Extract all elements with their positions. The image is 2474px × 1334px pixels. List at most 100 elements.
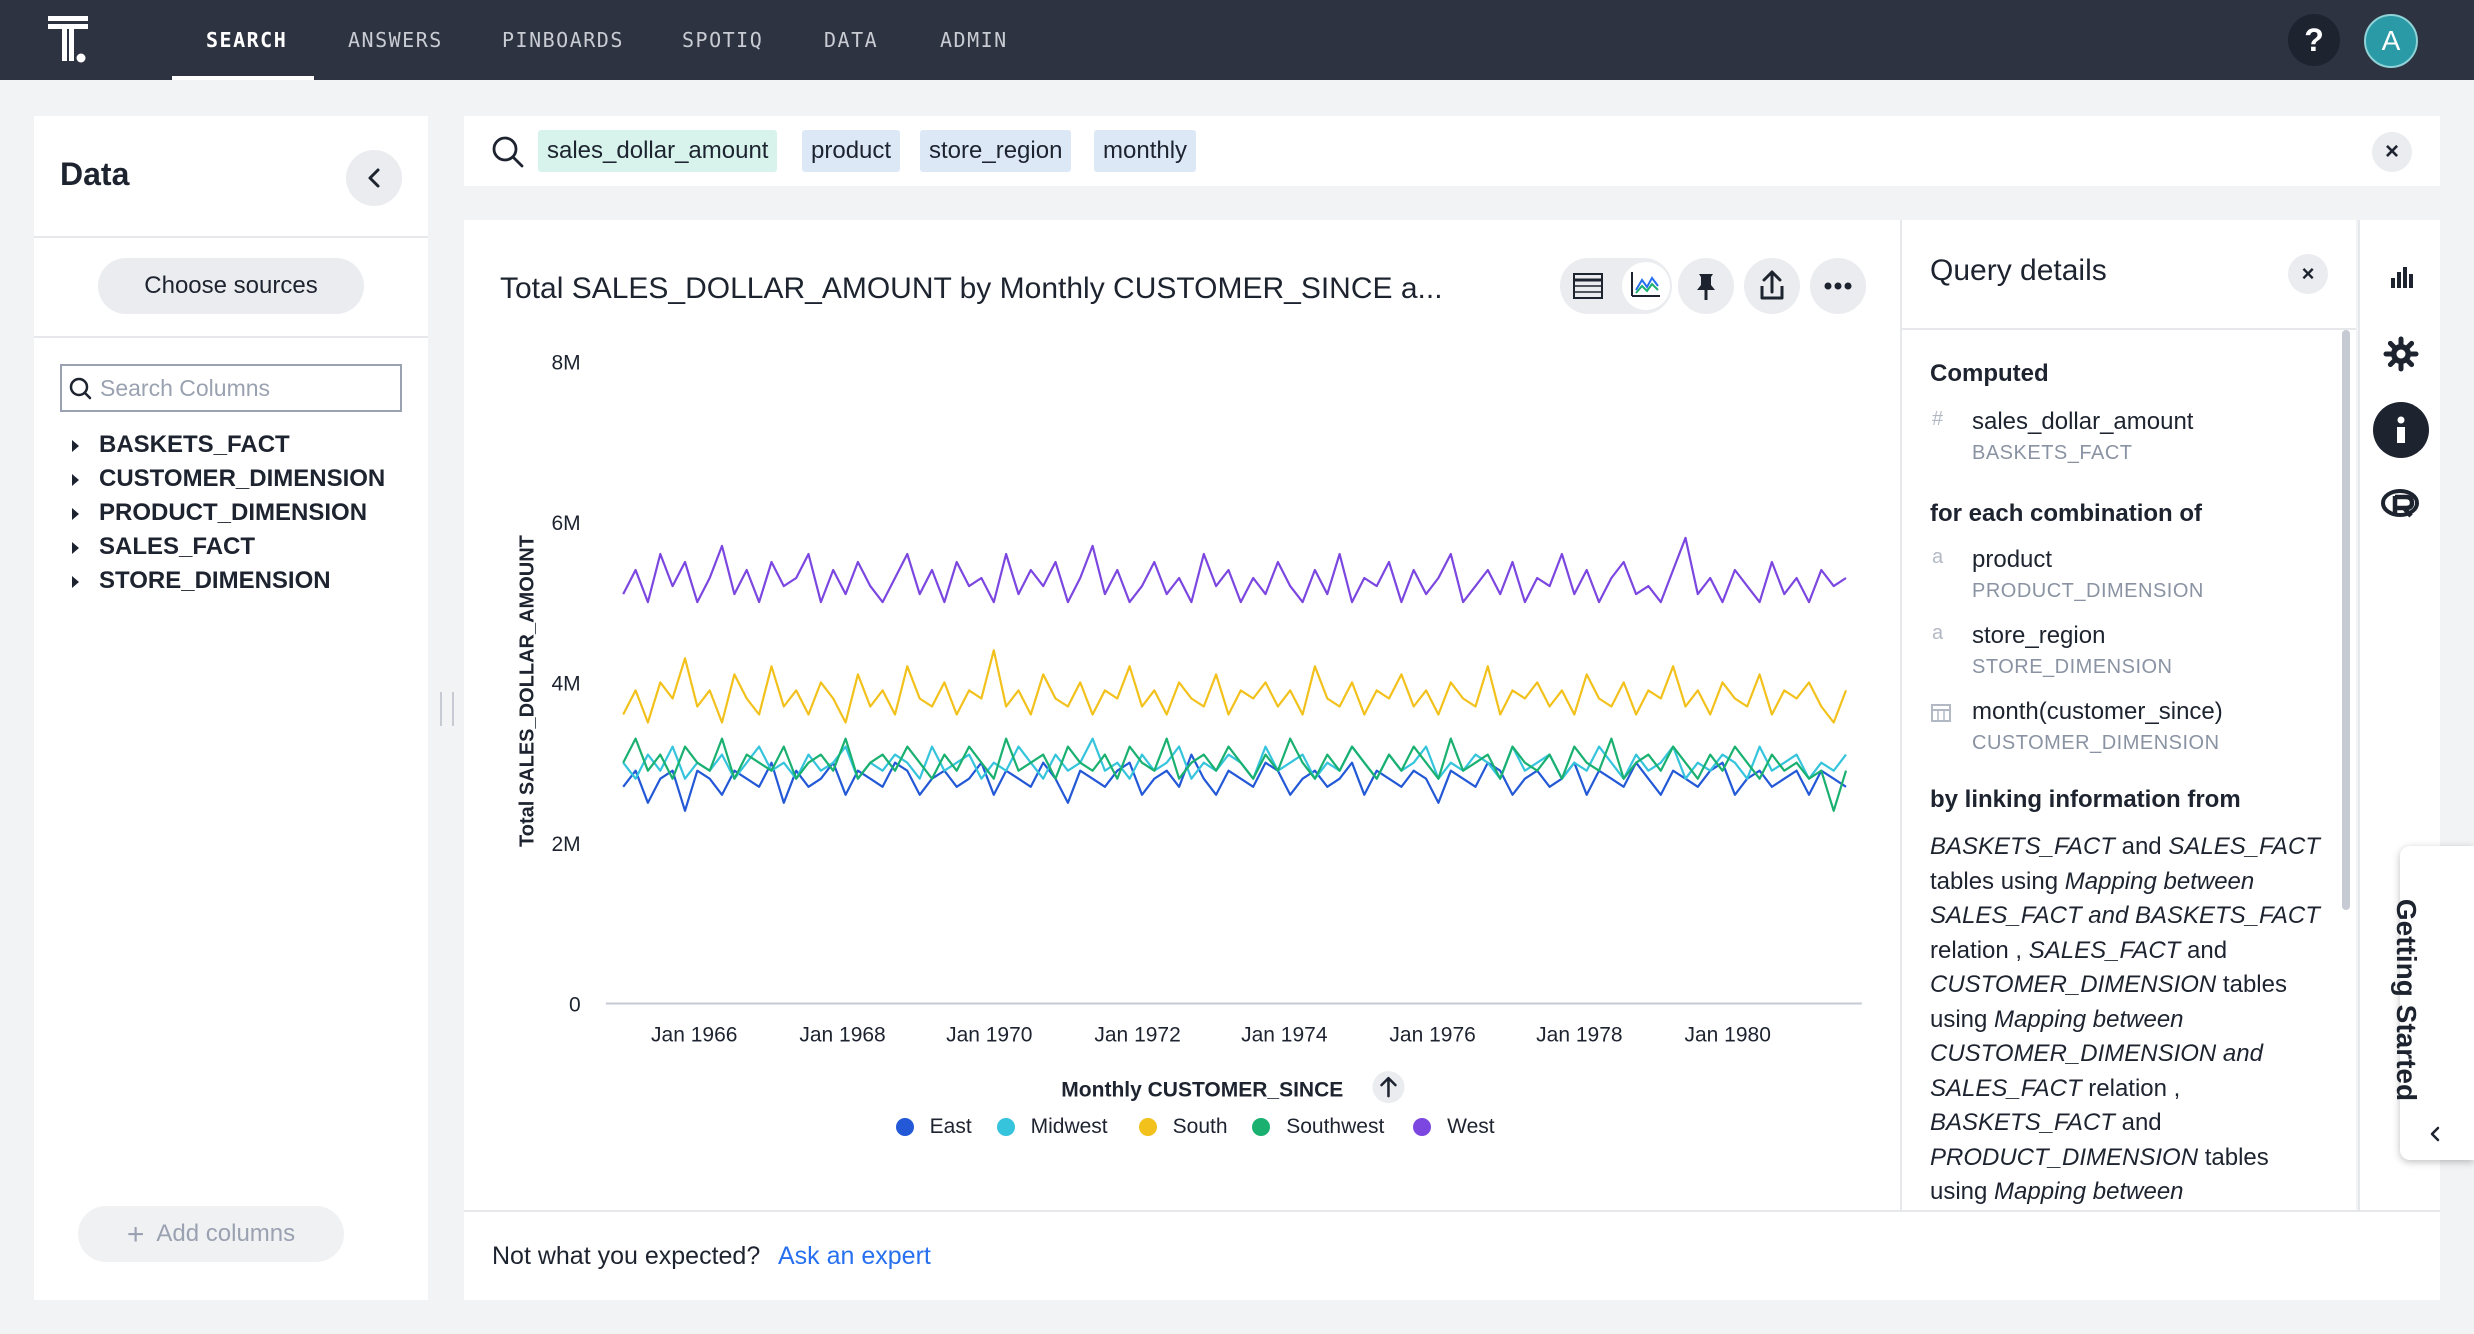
legend-item-west[interactable]: West (1413, 1111, 1495, 1143)
caret-right-icon (72, 439, 79, 452)
legend-label: Midwest (1030, 1114, 1108, 1138)
choose-sources-button[interactable]: Choose sources (98, 258, 364, 314)
source-item-store-dimension[interactable]: STORE_DIMENSION (72, 564, 331, 598)
clear-search-button[interactable]: × (2372, 132, 2412, 172)
source-item-sales-fact[interactable]: SALES_FACT (72, 530, 255, 564)
info-icon (2397, 416, 2405, 443)
search-token-keyword[interactable]: monthly (1094, 130, 1197, 172)
legend-item-midwest[interactable]: Midwest (996, 1111, 1108, 1143)
chart-series[interactable] (622, 536, 1848, 812)
add-columns-label: Add columns (156, 1220, 296, 1247)
y-tick-label: 2M (551, 833, 580, 856)
source-item-product-dimension[interactable]: PRODUCT_DIMENSION (72, 496, 367, 530)
legend-marker (1252, 1118, 1271, 1137)
thoughtspot-logo[interactable] (48, 16, 104, 68)
plus-icon: + (126, 1217, 145, 1251)
legend-marker (1138, 1118, 1157, 1137)
source-item-label: PRODUCT_DIMENSION (99, 499, 368, 526)
combination-column-name: product (1972, 546, 2053, 573)
legend-label: West (1447, 1114, 1495, 1138)
legend-marker (1413, 1118, 1432, 1137)
y-tick-label: 6M (551, 512, 580, 535)
x-axis-ticks: Jan 1966 Jan 1968 Jan 1970 Jan 1972 Jan 1974… (651, 1023, 1771, 1046)
computed-heading: Computed (1930, 360, 2049, 387)
query-details-scrollbar[interactable] (2342, 330, 2350, 910)
x-tick-label: Jan 1980 (1684, 1023, 1770, 1046)
panel-resize-handle[interactable] (440, 692, 454, 726)
series-line-midwest[interactable] (622, 737, 1847, 780)
query-info-button[interactable] (2373, 402, 2429, 458)
search-bar[interactable]: sales_dollar_amount product store_region… (464, 116, 2440, 186)
legend-item-south[interactable]: South (1138, 1111, 1228, 1143)
answer-card: Total SALES_DOLLAR_AMOUNT by Monthly CUS… (464, 220, 1900, 1210)
x-tick-label: Jan 1968 (799, 1023, 885, 1046)
user-avatar[interactable]: A (2364, 14, 2418, 68)
y-axis-ticks: 0 2M 4M 6M 8M (551, 351, 580, 1016)
nav-active-indicator (172, 76, 314, 80)
ask-expert-link[interactable]: Ask an expert (778, 1242, 931, 1271)
r-analysis-button[interactable] (2373, 476, 2429, 532)
add-columns-button[interactable]: + Add columns (78, 1206, 344, 1262)
linking-text: relation , (2081, 1074, 2181, 1102)
series-line-south[interactable] (622, 649, 1848, 724)
computed-column-table: BASKETS_FACT (1972, 442, 2133, 464)
top-navigation-bar: SEARCH ANSWERS PINBOARDS SPOTIQ DATA ADM… (0, 0, 2474, 80)
search-icon (69, 377, 92, 400)
chevron-left-icon (368, 168, 380, 188)
search-columns-input[interactable] (100, 372, 390, 404)
nav-tab-answers[interactable]: ANSWERS (348, 0, 443, 80)
source-item-label: BASKETS_FACT (99, 431, 290, 458)
x-tick-label: Jan 1966 (651, 1023, 737, 1046)
footer-question: Not what you expected? (492, 1242, 761, 1270)
search-token-measure[interactable]: sales_dollar_amount (538, 130, 778, 172)
getting-started-label[interactable]: Getting Started (2390, 850, 2422, 1150)
source-item-label: SALES_FACT (99, 533, 256, 560)
source-item-customer-dimension[interactable]: CUSTOMER_DIMENSION (72, 462, 385, 496)
sort-ascending-button[interactable] (1372, 1071, 1405, 1104)
text-type-icon: a (1932, 622, 1944, 644)
caret-right-icon (72, 507, 79, 520)
series-line-west[interactable] (622, 536, 1847, 604)
data-panel: Data Choose sources BASKETS_FACT CUSTOME… (34, 116, 428, 1300)
query-details-panel: Query details × Computed # sales_dollar_… (1900, 220, 2356, 1210)
legend-marker (895, 1118, 914, 1137)
chart-config-button[interactable] (2373, 250, 2429, 306)
source-item-label: STORE_DIMENSION (99, 567, 331, 594)
close-query-details-button[interactable]: × (2288, 254, 2328, 294)
y-axis-title: Total SALES_DOLLAR_AMOUNT (516, 535, 538, 847)
nav-tab-admin[interactable]: ADMIN (940, 0, 1008, 80)
data-panel-title: Data (60, 156, 130, 192)
collapse-panel-button[interactable] (346, 150, 402, 206)
legend-label: Southwest (1286, 1114, 1385, 1138)
legend-marker (996, 1118, 1015, 1137)
x-tick-label: Jan 1978 (1536, 1023, 1622, 1046)
query-details-title: Query details (1930, 254, 2107, 287)
nav-tab-data[interactable]: DATA (824, 0, 878, 80)
line-chart[interactable]: 02M4M6M8M Jan 1966 Jan 1968 Jan 1970 Jan 19… (464, 220, 1900, 1120)
legend-item-southwest[interactable]: Southwest (1252, 1111, 1384, 1143)
legend-item-east[interactable]: East (895, 1111, 972, 1143)
nav-tab-pinboards[interactable]: PINBOARDS (502, 0, 624, 80)
settings-button[interactable] (2373, 326, 2429, 382)
linking-text: and (2114, 833, 2169, 860)
nav-tab-spotiq[interactable]: SPOTIQ (682, 0, 763, 80)
help-button[interactable]: ? (2288, 14, 2340, 66)
combination-column-table: CUSTOMER_DIMENSION (1972, 732, 2220, 754)
search-token-attribute[interactable]: product (802, 130, 901, 172)
source-item-label: CUSTOMER_DIMENSION (99, 465, 386, 492)
nav-tab-search[interactable]: SEARCH (206, 0, 287, 80)
search-columns-field[interactable] (60, 364, 402, 412)
combination-heading: for each combination of (1930, 500, 2203, 527)
source-item-baskets-fact[interactable]: BASKETS_FACT (72, 428, 290, 462)
series-line-east[interactable] (622, 753, 1847, 812)
search-token-attribute[interactable]: store_region (920, 130, 1072, 172)
chevron-left-icon (2430, 1126, 2440, 1142)
combination-column-table: STORE_DIMENSION (1972, 656, 2173, 678)
x-axis-title[interactable]: Monthly CUSTOMER_SINCE (1061, 1079, 1343, 1102)
x-tick-label: Jan 1974 (1241, 1023, 1328, 1046)
text-type-icon: a (1932, 546, 1944, 568)
linking-description: BASKETS_FACT and SALES_FACT tables using… (1930, 830, 2330, 1210)
chart-legend: East Midwest South Southwest West (464, 1111, 1900, 1151)
linking-text: and (2114, 1109, 2162, 1136)
caret-right-icon (72, 541, 79, 554)
